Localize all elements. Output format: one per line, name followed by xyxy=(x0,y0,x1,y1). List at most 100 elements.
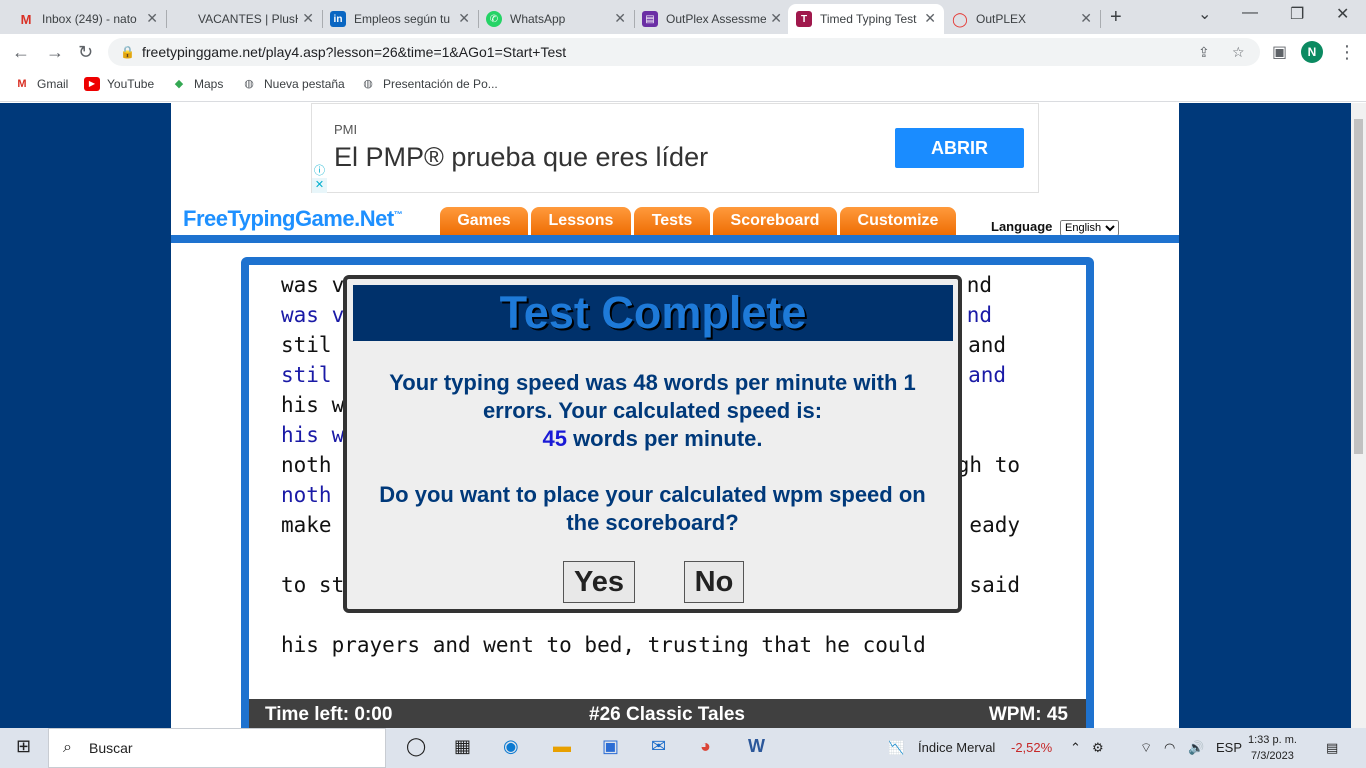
scroll-thumb[interactable] xyxy=(1354,119,1363,454)
minimize-button[interactable]: — xyxy=(1242,4,1258,22)
url-text: freetypinggame.net/play4.asp?lesson=26&t… xyxy=(142,44,567,60)
menu-lessons[interactable]: Lessons xyxy=(531,207,631,237)
bookmark-presentation[interactable]: ◍ Presentación de Po... xyxy=(360,77,498,91)
ad-banner[interactable]: PMI El PMP® prueba que eres líder ABRIR … xyxy=(311,103,1039,193)
reload-icon[interactable]: ↻ xyxy=(78,42,93,63)
no-button[interactable]: No xyxy=(684,561,744,603)
scoreboard-question-1: Do you want to place your calculated wpm… xyxy=(379,482,926,507)
market-name[interactable]: Índice Merval xyxy=(918,740,995,755)
close-icon[interactable]: ✕ xyxy=(614,10,626,27)
source-text-line: stil xyxy=(281,333,332,357)
windows-start-icon[interactable]: ⊞ xyxy=(16,736,31,757)
ad-open-button[interactable]: ABRIR xyxy=(895,128,1024,168)
tab-search-icon[interactable]: ⌄ xyxy=(1198,4,1211,24)
outplex-icon: ◯ xyxy=(952,10,968,27)
dialog-header: Test Complete xyxy=(353,285,953,341)
speed-value: 45 xyxy=(542,426,567,451)
result-line-2: errors. Your calculated speed is: xyxy=(482,398,823,423)
wifi-icon[interactable]: ◠ xyxy=(1164,740,1175,756)
back-icon[interactable]: ← xyxy=(12,42,30,63)
browser-tab-bar: M Inbox (249) - nato ✕ VACANTES | PlusHR… xyxy=(0,0,1366,34)
close-icon[interactable]: ✕ xyxy=(770,10,782,27)
tab-outplex[interactable]: ◯ OutPLEX ✕ xyxy=(944,4,1100,34)
taskbar-search[interactable]: ⌕ Buscar xyxy=(48,728,386,768)
text-line-tail: and xyxy=(968,363,1006,387)
bookmark-gmail[interactable]: M Gmail xyxy=(14,77,68,91)
tab-linkedin[interactable]: in Empleos según tu perfil ✕ xyxy=(322,4,478,34)
close-icon[interactable]: ✕ xyxy=(924,10,936,27)
mail-icon[interactable]: ✉ xyxy=(651,736,666,757)
typed-text-line: stil xyxy=(281,363,332,387)
menu-tests[interactable]: Tests xyxy=(634,207,710,237)
tray-apps-icon[interactable]: ⚙ xyxy=(1092,740,1104,756)
tab-vacantes[interactable]: VACANTES | PlusHR ✕ xyxy=(166,4,322,34)
typed-text-line: his w xyxy=(281,423,345,447)
source-text-line: his w xyxy=(281,393,345,417)
ad-headline: El PMP® prueba que eres líder xyxy=(334,142,709,172)
maps-icon: ◆ xyxy=(174,78,184,90)
source-text-line: make xyxy=(281,513,332,537)
menu-underline xyxy=(171,235,1179,243)
task-view-icon[interactable]: ◯ xyxy=(406,736,426,757)
file-explorer-icon[interactable]: ▬ xyxy=(553,736,571,757)
search-icon: ⌕ xyxy=(63,739,72,756)
lock-icon: 🔒 xyxy=(120,45,135,59)
text-line-tail: nd xyxy=(966,273,992,297)
network-icon[interactable]: ⌔ xyxy=(1140,740,1152,756)
url-input[interactable]: 🔒 freetypinggame.net/play4.asp?lesson=26… xyxy=(108,38,1260,66)
close-icon[interactable]: ✕ xyxy=(302,10,314,27)
tab-gmail[interactable]: M Inbox (249) - nato ✕ xyxy=(10,4,166,34)
bookmark-maps[interactable]: ◆ Maps xyxy=(171,77,224,91)
tab-title: Empleos según tu perfil xyxy=(354,12,454,26)
widgets-icon[interactable]: ▦ xyxy=(454,736,471,757)
site-logo[interactable]: FreeTypingGame.Net™ xyxy=(183,206,403,232)
menu-customize[interactable]: Customize xyxy=(840,207,956,237)
menu-scoreboard[interactable]: Scoreboard xyxy=(713,207,837,237)
text-line-tail: and xyxy=(968,333,1006,357)
yes-button[interactable]: Yes xyxy=(563,561,635,603)
edge-icon[interactable]: ◉ xyxy=(503,736,519,757)
bookmark-youtube[interactable]: ▶ YouTube xyxy=(84,77,154,91)
tab-title: VACANTES | PlusHR xyxy=(198,12,298,26)
restore-button[interactable]: ❐ xyxy=(1290,4,1304,24)
store-icon[interactable]: ▣ xyxy=(602,736,619,757)
bookmark-new-tab[interactable]: ◍ Nueva pestaña xyxy=(241,77,345,91)
close-window-button[interactable]: ✕ xyxy=(1336,4,1349,24)
tab-timed-typing-test[interactable]: T Timed Typing Test ✕ xyxy=(788,4,944,34)
typed-text-line: was v xyxy=(281,303,345,327)
tray-chevron-icon[interactable]: ⌃ xyxy=(1070,740,1081,756)
word-icon[interactable]: W xyxy=(748,736,765,757)
system-clock[interactable]: 1:33 p. m. 7/3/2023 xyxy=(1248,732,1297,764)
ad-close-icon[interactable]: ✕ xyxy=(312,178,327,193)
text-line-tail: nd xyxy=(966,303,992,327)
chrome-icon[interactable]: ◕ xyxy=(700,736,711,757)
wpm-display: WPM: 45 xyxy=(988,704,1068,725)
share-icon[interactable]: ⇪ xyxy=(1198,38,1210,66)
volume-icon[interactable]: 🔊 xyxy=(1188,740,1204,756)
close-icon[interactable]: ✕ xyxy=(1080,10,1092,27)
page-scrollbar[interactable] xyxy=(1351,103,1366,728)
forward-icon[interactable]: → xyxy=(46,42,64,63)
tab-whatsapp[interactable]: ✆ WhatsApp ✕ xyxy=(478,4,634,34)
source-text-line: was v xyxy=(281,273,345,297)
close-icon[interactable]: ✕ xyxy=(458,10,470,27)
typed-text-line: noth xyxy=(281,483,332,507)
ad-info-icon[interactable]: ⓘ xyxy=(312,162,327,177)
test-complete-dialog: Test Complete Your typing speed was 48 w… xyxy=(343,275,962,613)
status-bar: Time left: 0:00 #26 Classic Tales WPM: 4… xyxy=(249,699,1086,728)
close-icon[interactable]: ✕ xyxy=(146,10,158,27)
input-language[interactable]: ESP xyxy=(1216,740,1242,755)
menu-kebab-icon[interactable]: ⋮ xyxy=(1338,42,1356,63)
menu-games[interactable]: Games xyxy=(440,207,528,237)
new-tab-button[interactable]: + xyxy=(1110,6,1122,29)
profile-avatar[interactable]: N xyxy=(1301,41,1323,63)
tab-outplex-assessment[interactable]: ▤ OutPlex Assessment ✕ xyxy=(634,4,790,34)
language-select[interactable]: English xyxy=(1060,220,1120,236)
time-left: Time left: 0:00 xyxy=(265,704,393,725)
bookmark-star-icon[interactable]: ☆ xyxy=(1232,38,1245,66)
gmail-icon: M xyxy=(17,78,27,90)
notifications-icon[interactable]: ▤ xyxy=(1326,740,1338,756)
calculated-speed: 45 words per minute. xyxy=(542,426,763,451)
side-panel-icon[interactable]: ▣ xyxy=(1272,42,1287,62)
bookmarks-bar: M Gmail ▶ YouTube ◆ Maps ◍ Nueva pestaña… xyxy=(0,70,1366,102)
